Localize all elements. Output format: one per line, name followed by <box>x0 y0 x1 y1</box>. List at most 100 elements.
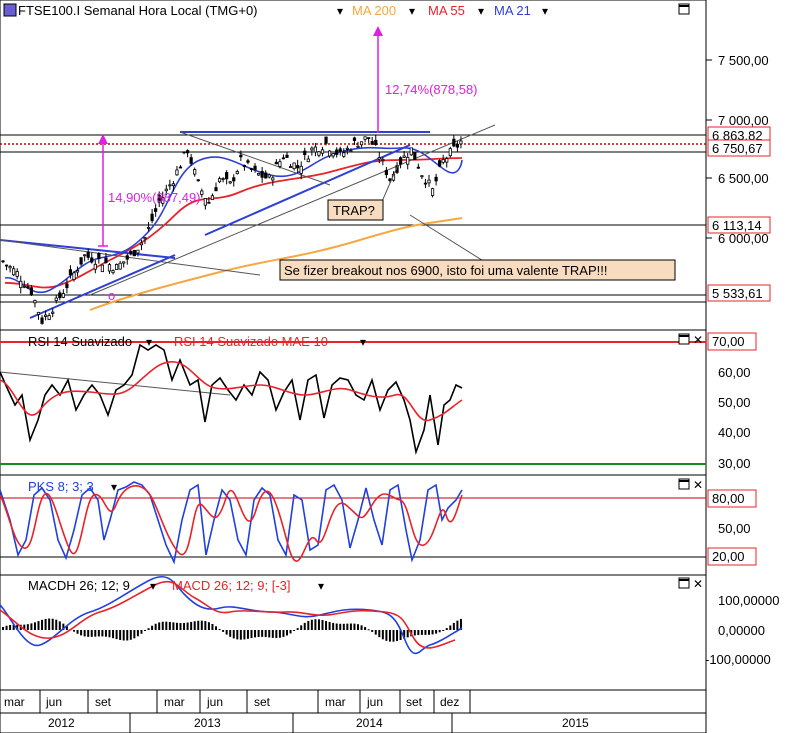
candle-body <box>65 283 69 289</box>
macd-hist-bar <box>328 622 331 630</box>
macd-hist-bar <box>87 630 90 637</box>
candle-body <box>33 300 37 304</box>
month-label: set <box>406 695 423 709</box>
candle-body <box>125 255 129 260</box>
macd-hist-bar <box>183 622 186 630</box>
rsi-tick-30: 30,00 <box>718 456 751 471</box>
candle-body <box>129 251 133 254</box>
candle-body <box>438 160 442 167</box>
note-label: Se fizer breakout nos 6900, isto foi uma… <box>284 263 608 278</box>
macd-hist-bar <box>243 630 246 640</box>
macd-hist-bar <box>186 622 189 630</box>
symbol-dropdown-icon[interactable]: ▾ <box>337 4 343 18</box>
candle-body <box>363 136 367 140</box>
macd-hist-bar <box>456 620 459 630</box>
candle-body <box>292 162 296 170</box>
macd-hist-bar <box>161 621 164 630</box>
candle-body <box>249 168 254 171</box>
candle-body <box>296 165 300 169</box>
ma55-dropdown-icon[interactable]: ▾ <box>478 4 484 18</box>
candle-body <box>342 152 346 157</box>
candle-body <box>381 158 385 161</box>
year-label-2013: 2013 <box>194 716 221 730</box>
candle-body <box>427 179 431 184</box>
candle-body <box>15 271 19 277</box>
candle-body <box>402 155 406 158</box>
macd-dropdown-icon[interactable]: ▾ <box>318 579 324 593</box>
macd-hist-bar <box>236 630 239 640</box>
macd-hist-bar <box>232 630 235 639</box>
pks-tick-50: 50,00 <box>718 521 751 536</box>
macd-hist-bar <box>122 630 125 641</box>
macd-hist-bar <box>349 623 352 630</box>
macd-hist-bar <box>442 630 445 631</box>
macd-hist-bar <box>115 630 118 640</box>
candle-body <box>90 257 94 263</box>
candle-body <box>345 147 349 150</box>
symbol-icon[interactable] <box>3 3 17 17</box>
macdh-dropdown-icon[interactable]: ▾ <box>150 579 156 593</box>
macd-hist-bar <box>310 619 313 630</box>
candle-body <box>264 172 268 179</box>
candle-body <box>235 171 239 175</box>
month-label: mar <box>4 695 25 709</box>
macd-hist-bar <box>104 630 107 637</box>
candle-body <box>441 159 445 163</box>
rsi-panel <box>0 329 707 476</box>
close-macd-panel-icon[interactable]: ✕ <box>693 577 703 591</box>
candle-body <box>44 314 48 317</box>
close-pks-panel-icon[interactable]: ✕ <box>693 478 703 492</box>
macd-hist-bar <box>33 622 36 630</box>
ma200-dropdown-icon[interactable]: ▾ <box>409 4 415 18</box>
candle-body <box>214 187 218 192</box>
rsi-ma-title: RSI 14 Suavizado MAE 10 <box>174 334 328 349</box>
candle-body <box>93 263 97 270</box>
trap-label: TRAP? <box>333 203 375 218</box>
close-rsi-panel-icon[interactable]: ✕ <box>693 333 703 347</box>
candle-body <box>459 140 463 145</box>
macd-hist-bar <box>151 625 154 630</box>
macd-hist-bar <box>207 622 210 630</box>
macd-hist-bar <box>108 630 111 638</box>
candle-body <box>434 176 438 182</box>
macd-hist-bar <box>5 625 8 630</box>
ma55-legend[interactable]: MA 55 <box>428 3 465 18</box>
macd-hist-bar <box>339 623 342 630</box>
macd-hist-bar <box>371 630 374 632</box>
candle-body <box>313 146 318 153</box>
price-tick-6500: 6 500,00 <box>718 171 769 186</box>
year-label-2015: 2015 <box>562 716 589 730</box>
macd-hist-bar <box>218 629 221 631</box>
pks-dropdown-icon[interactable]: ▾ <box>111 480 117 494</box>
candle-body <box>420 175 424 178</box>
macd-hist-bar <box>282 630 285 637</box>
month-label: dez <box>440 695 459 709</box>
candle-body <box>374 139 378 145</box>
candle-body <box>331 153 335 157</box>
candle-body <box>356 145 360 148</box>
candle-body <box>185 150 190 154</box>
rsi-ma-dropdown-icon[interactable]: ▾ <box>360 335 366 349</box>
macd-hist-bar <box>381 630 384 640</box>
ma200-legend[interactable]: MA 200 <box>352 3 396 18</box>
candle-body <box>8 266 12 269</box>
macd-hist-bar <box>289 630 292 634</box>
candle-body <box>86 251 90 258</box>
month-label: jun <box>206 695 223 709</box>
macd-hist-bar <box>332 622 335 630</box>
candle-body <box>136 249 140 254</box>
price-tick-7000: 7 000,00 <box>718 113 769 128</box>
macd-hist-bar <box>41 619 44 630</box>
ma21-legend[interactable]: MA 21 <box>494 3 531 18</box>
rsi-title-dropdown-icon[interactable]: ▾ <box>146 335 152 349</box>
candle-body <box>299 165 303 174</box>
ma21-dropdown-icon[interactable]: ▾ <box>542 4 548 18</box>
macd-hist-bar <box>51 618 54 630</box>
candle-body <box>242 165 246 168</box>
macd-hist-bar <box>48 618 51 630</box>
macd-hist-bar <box>271 630 274 638</box>
month-label: set <box>254 695 271 709</box>
candle-body <box>79 257 83 265</box>
candle-body <box>168 184 172 187</box>
macd-hist-bar <box>154 623 157 630</box>
